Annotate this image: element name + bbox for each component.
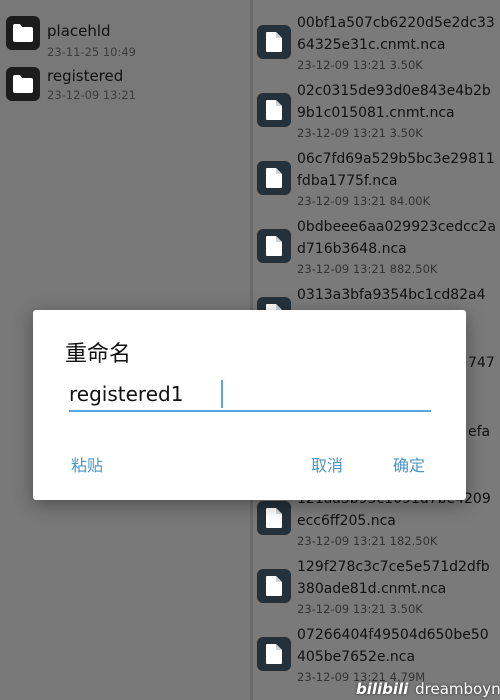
dialog-title: 重命名	[65, 342, 132, 367]
file-icon	[257, 637, 291, 671]
file-name: 0313a3bfa9354bc1cd82a4	[297, 287, 486, 303]
watermark-user: dreamboyn81	[415, 680, 500, 698]
file-name: 129f278c3c7ce5e571d2dfb380ade81d.cnmt.nc…	[297, 559, 490, 597]
file-meta: 23-12-09 13:21 3.50K	[297, 58, 423, 72]
folder-meta: 23-11-25 10:49	[47, 45, 136, 59]
file-meta: 23-12-09 13:21 84.00K	[297, 194, 431, 208]
file-name: efa	[468, 424, 491, 440]
file-icon	[257, 501, 291, 535]
file-icon	[257, 25, 291, 59]
file-meta: 23-12-09 13:21 882.50K	[297, 262, 438, 276]
file-icon	[257, 161, 291, 195]
folder-item-registered[interactable]: registered 23-12-09 13:21	[0, 60, 250, 110]
text-caret	[221, 380, 223, 408]
bilibili-logo: bilibili	[356, 680, 409, 698]
file-name: 02c0315de93d0e843e4b2b9b1c015081.cnmt.nc…	[297, 83, 491, 121]
file-name: 00bf1a507cb6220d5e2dc3364325e31c.cnmt.nc…	[297, 15, 495, 53]
file-name: 747	[468, 355, 495, 371]
file-meta: 23-12-09 13:21 182.50K	[297, 534, 438, 548]
folder-name: placehld	[47, 22, 111, 40]
rename-input[interactable]	[69, 378, 431, 410]
file-name: 0bdbeee6aa029923cedcc2ad716b3648.nca	[297, 219, 496, 257]
file-name: 07266404f49504d650be50405be7652e.nca	[297, 627, 489, 665]
file-item[interactable]: 129f278c3c7ce5e571d2dfb380ade81d.cnmt.nc…	[253, 556, 500, 624]
file-item[interactable]: 0bdbeee6aa029923cedcc2ad716b3648.nca 23-…	[253, 216, 500, 284]
file-item[interactable]: 00bf1a507cb6220d5e2dc3364325e31c.cnmt.nc…	[253, 12, 500, 80]
paste-button[interactable]: 粘贴	[71, 452, 103, 476]
folder-item-placehld[interactable]: placehld 23-11-25 10:49	[0, 8, 250, 59]
file-icon	[257, 569, 291, 603]
watermark: bilibili dreamboyn81	[356, 680, 500, 698]
folder-meta: 23-12-09 13:21	[47, 88, 136, 102]
file-meta: 23-12-09 13:21 3.50K	[297, 602, 423, 616]
file-name: 06c7fd69a529b5bc3e29811fdba1775f.nca	[297, 151, 495, 189]
folder-icon	[6, 16, 40, 50]
file-icon	[257, 93, 291, 127]
file-item[interactable]: 02c0315de93d0e843e4b2b9b1c015081.cnmt.nc…	[253, 80, 500, 148]
file-meta: 23-12-09 13:21 3.50K	[297, 126, 423, 140]
ok-button[interactable]: 确定	[393, 452, 425, 476]
folder-name: registered	[47, 67, 124, 85]
folder-icon	[6, 67, 40, 101]
cancel-button[interactable]: 取消	[311, 452, 343, 476]
file-item[interactable]: 06c7fd69a529b5bc3e29811fdba1775f.nca 23-…	[253, 148, 500, 216]
rename-dialog: 重命名 粘贴 取消 确定	[33, 310, 466, 500]
rename-input-wrap	[69, 378, 431, 412]
file-icon	[257, 229, 291, 263]
